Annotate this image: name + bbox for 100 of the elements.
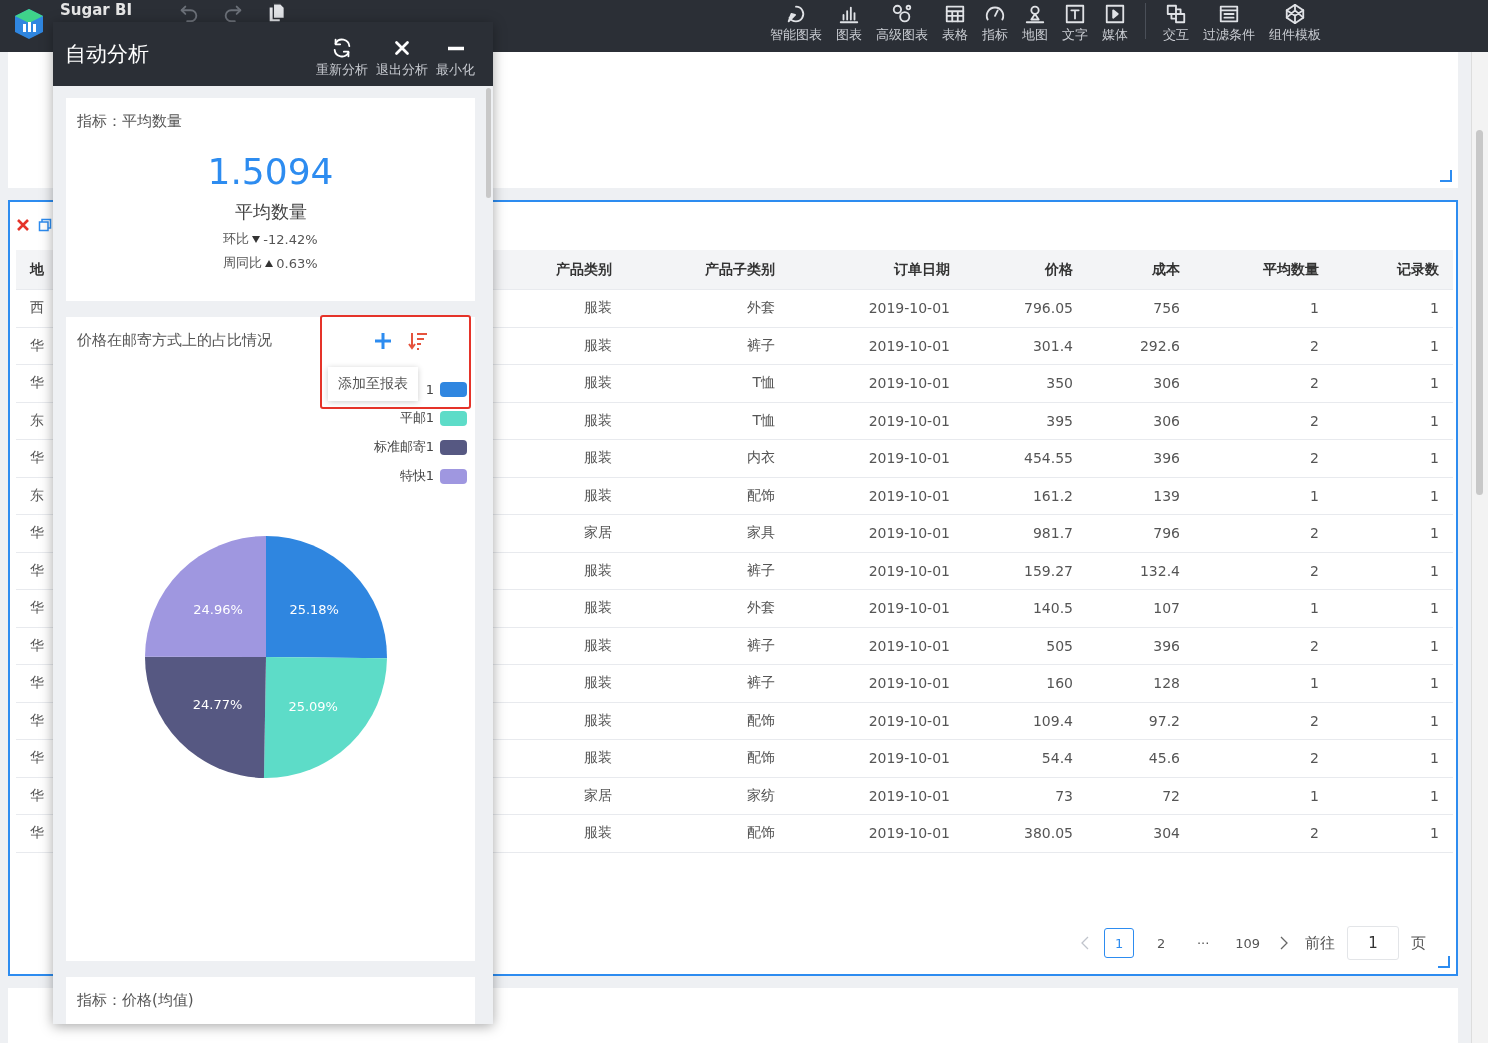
table-cell: 1	[1333, 402, 1453, 440]
table-cell: 配饰	[626, 477, 789, 515]
table-cell: 外套	[626, 590, 789, 628]
table-cell: 服装	[496, 702, 626, 740]
table-cell: 97.2	[1087, 702, 1194, 740]
data-label: 25.09%	[288, 698, 338, 714]
page-button[interactable]: 2	[1146, 928, 1177, 958]
table-cell: 2	[1194, 740, 1333, 778]
sort-icon[interactable]	[408, 331, 428, 351]
page-unit-label: 页	[1411, 933, 1426, 953]
table-cell: 配饰	[626, 702, 789, 740]
comparison-value: 0.63%	[276, 255, 318, 271]
scrollbar-thumb[interactable]	[486, 88, 491, 198]
toolbar-button[interactable]: 地图	[1015, 2, 1055, 44]
table-cell: 服装	[496, 740, 626, 778]
delete-icon[interactable]	[16, 218, 30, 232]
toolbar-button[interactable]: 组件模板	[1262, 2, 1328, 44]
table-cell: 外套	[626, 290, 789, 328]
table-cell: 2019-10-01	[789, 665, 964, 703]
data-label: 24.96%	[193, 602, 243, 617]
table-cell: 1	[1333, 477, 1453, 515]
resize-handle[interactable]	[1440, 170, 1452, 182]
prev-page-icon[interactable]	[1080, 936, 1091, 950]
column-header: 成本	[1087, 250, 1194, 290]
table-cell: 服装	[496, 552, 626, 590]
duplicate-icon[interactable]	[38, 218, 52, 232]
toolbar-button[interactable]: 智能图表	[763, 2, 829, 44]
table-cell: 服装	[496, 402, 626, 440]
table-cell: 140.5	[964, 590, 1087, 628]
table-cell: 2019-10-01	[789, 552, 964, 590]
table-cell: 1	[1333, 440, 1453, 478]
table-cell: 395	[964, 402, 1087, 440]
toolbar-button[interactable]: 高级图表	[869, 2, 935, 44]
metric-heading: 指标：价格(均值)	[77, 991, 194, 1010]
table-cell: 161.2	[964, 477, 1087, 515]
toolbar-button[interactable]: 表格	[935, 2, 975, 44]
table-cell: 1	[1333, 290, 1453, 328]
table-cell: 306	[1087, 365, 1194, 403]
table-cell: 505	[964, 627, 1087, 665]
panel-action-button[interactable]: 重新分析	[312, 37, 372, 79]
table-cell: 1	[1333, 590, 1453, 628]
table-cell: 1	[1194, 477, 1333, 515]
metric-value: 1.5094	[207, 151, 334, 192]
table-cell: 54.4	[964, 740, 1087, 778]
column-header: 平均数量	[1194, 250, 1333, 290]
scrollbar[interactable]	[1471, 52, 1488, 1043]
table-cell: 2	[1194, 402, 1333, 440]
page-input[interactable]: 1	[1347, 926, 1399, 960]
table-cell: 1	[1194, 290, 1333, 328]
next-page-icon[interactable]	[1279, 936, 1289, 950]
table-cell: 2019-10-01	[789, 290, 964, 328]
table-cell: 301.4	[964, 327, 1087, 365]
column-header: 地	[16, 250, 56, 290]
table-cell: 1	[1333, 777, 1453, 815]
table-cell: 服装	[496, 665, 626, 703]
resize-handle[interactable]	[1438, 956, 1450, 968]
page-button[interactable]: ···	[1188, 928, 1219, 958]
interaction-icon	[1165, 2, 1187, 25]
table-cell: 72	[1087, 777, 1194, 815]
table-cell: 服装	[496, 627, 626, 665]
table-cell: 2019-10-01	[789, 365, 964, 403]
table-cell: 2	[1194, 440, 1333, 478]
tooltip: 添加至报表	[328, 367, 418, 401]
table-cell: 981.7	[964, 515, 1087, 553]
table-cell: 2019-10-01	[789, 702, 964, 740]
toolbar-button[interactable]: 媒体	[1095, 2, 1135, 44]
table-cell: 2	[1194, 515, 1333, 553]
table-cell: 396	[1087, 627, 1194, 665]
data-label: 24.77%	[192, 697, 243, 713]
column-header: 价格	[964, 250, 1087, 290]
table-cell: 服装	[496, 815, 626, 853]
table-cell: 2	[1194, 627, 1333, 665]
table-cell: 2019-10-01	[789, 815, 964, 853]
text-icon	[1064, 2, 1086, 25]
toolbar-button[interactable]: 指标	[975, 2, 1015, 44]
table-cell: 2019-10-01	[789, 740, 964, 778]
toolbar-button[interactable]: 图表	[829, 2, 869, 44]
table-cell: 796	[1087, 515, 1194, 553]
toolbar-button[interactable]: 交互	[1156, 2, 1196, 44]
table-cell: 2019-10-01	[789, 777, 964, 815]
column-header: 记录数	[1333, 250, 1453, 290]
table-cell: 128	[1087, 665, 1194, 703]
table-cell: 1	[1333, 327, 1453, 365]
table-cell: 1	[1333, 515, 1453, 553]
toolbar-button[interactable]: 过滤条件	[1196, 2, 1262, 44]
table-cell: 1	[1194, 665, 1333, 703]
table-cell: 2019-10-01	[789, 515, 964, 553]
table-cell: 配饰	[626, 815, 789, 853]
panel-action-button[interactable]: 最小化	[432, 37, 479, 79]
goto-label: 前往	[1305, 933, 1335, 953]
metric-label: 平均数量	[234, 200, 307, 224]
table-cell: T恤	[626, 402, 789, 440]
toolbar-button[interactable]: 文字	[1055, 2, 1095, 44]
add-icon[interactable]	[373, 331, 393, 351]
table-cell: 109.4	[964, 702, 1087, 740]
page-button[interactable]: 109	[1230, 928, 1265, 958]
table-cell: 396	[1087, 440, 1194, 478]
panel-action-button[interactable]: 退出分析	[372, 37, 432, 79]
table-cell: 服装	[496, 365, 626, 403]
legend-label: 标准邮寄1	[373, 438, 434, 456]
